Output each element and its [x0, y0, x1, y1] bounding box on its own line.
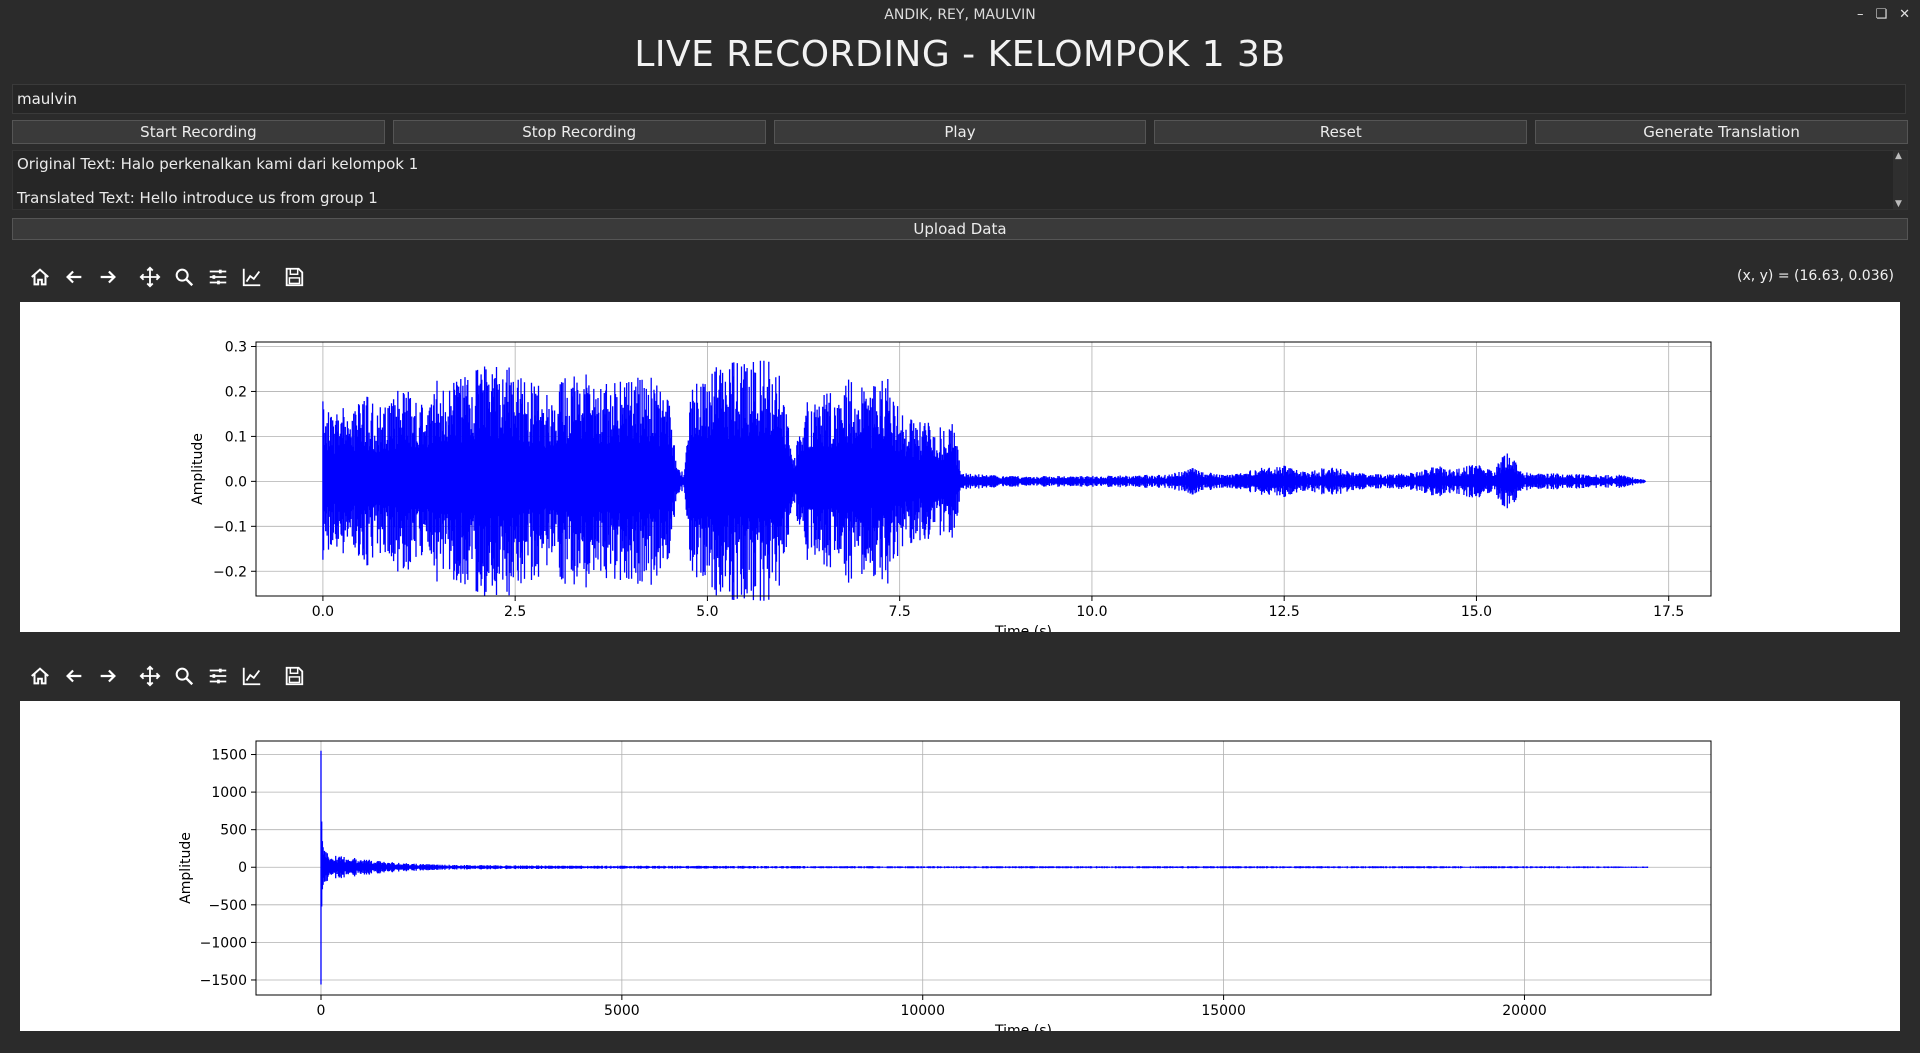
back-icon[interactable]: [62, 265, 86, 289]
upload-data-button[interactable]: Upload Data: [12, 218, 1908, 240]
x-tick-label: 5.0: [696, 604, 718, 620]
spectrum-chart: 0 5000 10000 15000 20000 −1500 −1000 −500 0 500 10…: [178, 740, 1712, 1039]
x-tick-label: 5000: [604, 1003, 640, 1019]
x-tick-label: 17.5: [1653, 604, 1684, 620]
y-tick-label: −0.2: [213, 564, 247, 580]
pan-icon[interactable]: [138, 265, 162, 289]
minimize-icon[interactable]: –: [1857, 0, 1864, 30]
zoom-icon[interactable]: [172, 664, 196, 688]
y-axis-label: Amplitude: [178, 832, 194, 904]
x-axis-label: Time (s): [994, 1023, 1052, 1031]
window-title: ANDIK, REY, MAULVIN: [884, 7, 1036, 23]
save-icon[interactable]: [282, 265, 306, 289]
y-tick-label: 0.3: [225, 339, 247, 355]
y-tick-label: 1000: [211, 785, 247, 801]
close-icon[interactable]: ✕: [1899, 0, 1910, 30]
x-tick-label: 10.0: [1076, 604, 1107, 620]
edit-axes-icon[interactable]: [240, 265, 264, 289]
control-button-row: Start Recording Stop Recording Play Rese…: [12, 120, 1908, 144]
translated-text: Translated Text: Hello introduce us from…: [17, 189, 378, 207]
scroll-up-icon[interactable]: ▲: [1895, 151, 1902, 161]
y-tick-label: 1500: [211, 748, 247, 764]
reset-button[interactable]: Reset: [1154, 120, 1528, 144]
cursor-coords: (x, y) = (16.63, 0.036): [1736, 268, 1894, 284]
x-tick-label: 7.5: [889, 604, 911, 620]
original-text: Original Text: Halo perkenalkan kami dar…: [17, 155, 419, 173]
configure-subplots-icon[interactable]: [206, 265, 230, 289]
x-tick-label: 12.5: [1269, 604, 1300, 620]
waveform-plot[interactable]: 0.0 2.5 5.0 7.5 10.0 12.5 15.0 17.5 −0.2 −0.1 0.0 0…: [20, 302, 1900, 640]
y-tick-label: −500: [209, 898, 247, 914]
home-icon[interactable]: [28, 664, 52, 688]
x-tick-label: 20000: [1502, 1003, 1547, 1019]
y-tick-label: −1000: [200, 935, 247, 951]
plot-toolbar-2: [28, 661, 306, 691]
scroll-down-icon[interactable]: ▼: [1895, 199, 1902, 209]
spectrum-plot[interactable]: 0 5000 10000 15000 20000 −1500 −1000 −500 0 500 10…: [20, 701, 1900, 1039]
x-tick-label: 0.0: [312, 604, 334, 620]
edit-axes-icon[interactable]: [240, 664, 264, 688]
name-input[interactable]: [12, 84, 1906, 114]
configure-subplots-icon[interactable]: [206, 664, 230, 688]
forward-icon[interactable]: [96, 664, 120, 688]
output-scrollbar[interactable]: ▲ ▼: [1893, 151, 1907, 209]
signal-line: [320, 750, 1649, 985]
y-tick-label: 0.2: [225, 384, 247, 400]
forward-icon[interactable]: [96, 265, 120, 289]
generate-translation-button[interactable]: Generate Translation: [1535, 120, 1908, 144]
app-title: LIVE RECORDING - KELOMPOK 1 3B: [634, 34, 1286, 75]
zoom-icon[interactable]: [172, 265, 196, 289]
x-tick-label: 0: [317, 1003, 326, 1019]
restore-icon[interactable]: ❏: [1875, 0, 1887, 30]
x-tick-label: 15000: [1201, 1003, 1246, 1019]
x-axis-label: Time (s): [994, 624, 1052, 632]
y-tick-label: −0.1: [213, 519, 247, 535]
x-tick-label: 15.0: [1461, 604, 1492, 620]
stop-recording-button[interactable]: Stop Recording: [392, 120, 766, 144]
y-axis-label: Amplitude: [190, 433, 206, 505]
window-titlebar: ANDIK, REY, MAULVIN – ❏ ✕: [0, 0, 1920, 30]
plot-toolbar-1: [28, 262, 306, 292]
y-tick-label: 0.1: [225, 429, 247, 445]
play-button[interactable]: Play: [773, 120, 1147, 144]
back-icon[interactable]: [62, 664, 86, 688]
start-recording-button[interactable]: Start Recording: [12, 120, 385, 144]
y-tick-label: 500: [220, 823, 247, 839]
x-tick-label: 2.5: [504, 604, 526, 620]
pan-icon[interactable]: [138, 664, 162, 688]
waveform-chart: 0.0 2.5 5.0 7.5 10.0 12.5 15.0 17.5 −0.2 −0.1 0.0 0…: [190, 339, 1712, 640]
signal-line: [322, 360, 1646, 601]
y-tick-label: 0: [238, 860, 247, 876]
y-tick-label: 0.0: [225, 474, 247, 490]
x-tick-label: 10000: [900, 1003, 945, 1019]
save-icon[interactable]: [282, 664, 306, 688]
y-tick-label: −1500: [200, 973, 247, 989]
translation-output[interactable]: Original Text: Halo perkenalkan kami dar…: [12, 150, 1908, 210]
home-icon[interactable]: [28, 265, 52, 289]
